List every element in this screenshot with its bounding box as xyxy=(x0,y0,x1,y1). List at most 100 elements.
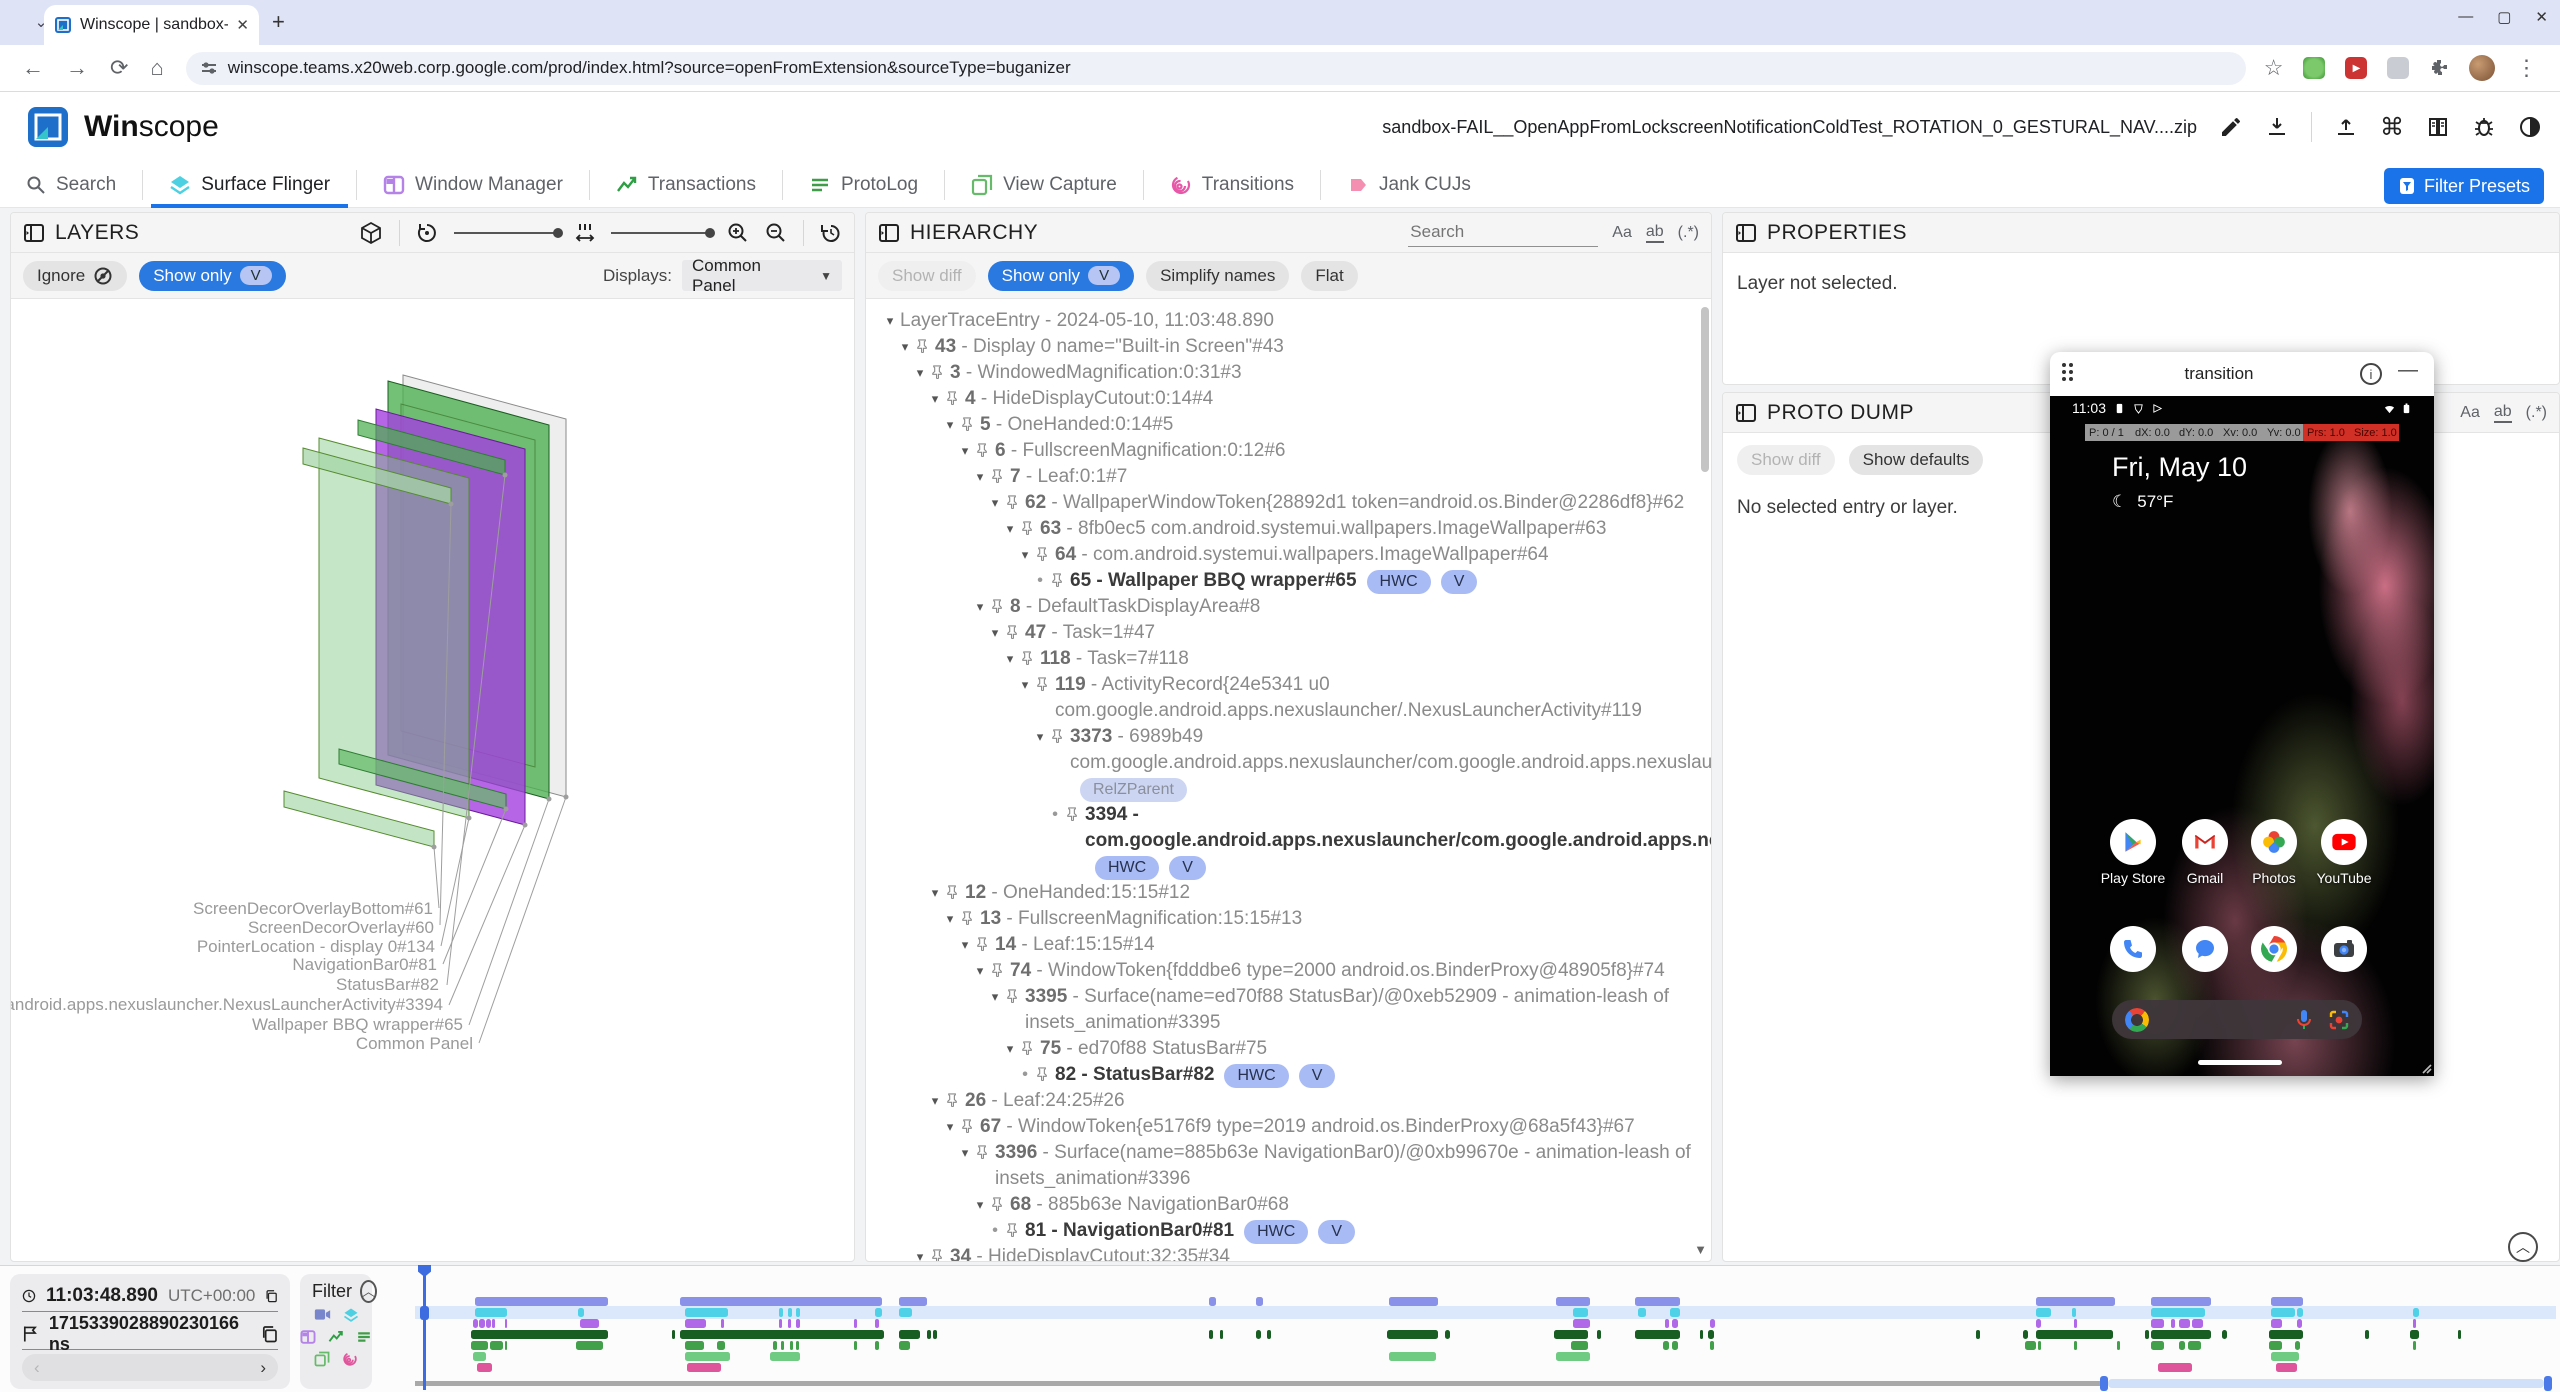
pin-icon[interactable] xyxy=(975,932,995,951)
home-icon[interactable]: ⌂ xyxy=(150,55,163,81)
transactions-segment[interactable] xyxy=(899,1330,920,1339)
filter-presets-button[interactable]: Filter Presets xyxy=(2384,168,2544,204)
pin-icon[interactable] xyxy=(1005,1218,1025,1237)
tree-node[interactable]: ▾26 - Leaf:24:25#26 xyxy=(868,1088,1711,1114)
pin-icon[interactable] xyxy=(975,1140,995,1159)
surface-flinger-segment[interactable] xyxy=(2072,1308,2076,1317)
expand-arrow-icon[interactable]: ▾ xyxy=(940,906,960,932)
edit-trace-icon[interactable] xyxy=(2219,115,2243,139)
expand-arrow-icon[interactable]: ▾ xyxy=(1000,1036,1020,1062)
zoom-in-icon[interactable] xyxy=(727,222,749,244)
view-capture-segment[interactable] xyxy=(473,1352,486,1361)
show-diff-button[interactable]: Show diff xyxy=(1737,445,1835,475)
expand-arrow-icon[interactable]: ▾ xyxy=(955,438,975,464)
reload-icon[interactable]: ⟳ xyxy=(110,55,128,81)
collapse-panel-icon[interactable] xyxy=(1735,402,1757,424)
transactions-segment[interactable] xyxy=(1267,1330,1271,1339)
screen-recording-segment[interactable] xyxy=(1209,1297,1215,1306)
timeline-tracks-canvas[interactable] xyxy=(415,1266,2556,1376)
collapse-panel-icon[interactable] xyxy=(23,222,45,244)
window-manager-segment[interactable] xyxy=(685,1319,706,1328)
transactions-segment[interactable] xyxy=(1445,1330,1450,1339)
view-capture-segment[interactable] xyxy=(2271,1352,2299,1361)
timeline-range-selected[interactable] xyxy=(2108,1379,2544,1388)
ignore-button[interactable]: Ignore xyxy=(23,261,127,291)
window-manager-segment[interactable] xyxy=(479,1319,484,1328)
pin-icon[interactable] xyxy=(960,906,980,925)
transactions-segment[interactable] xyxy=(1597,1330,1601,1339)
expand-arrow-icon[interactable]: ▾ xyxy=(985,984,1005,1010)
view-capture-segment[interactable] xyxy=(770,1352,800,1361)
zoom-out-icon[interactable] xyxy=(765,222,787,244)
transactions-segment[interactable] xyxy=(1209,1330,1212,1339)
regex-icon[interactable]: (.*) xyxy=(1678,224,1699,242)
pin-icon[interactable] xyxy=(945,386,965,405)
transitions-segment[interactable] xyxy=(687,1363,721,1372)
tree-node[interactable]: ▾14 - Leaf:15:15#14 xyxy=(868,932,1711,958)
close-icon[interactable]: ✕ xyxy=(2535,8,2548,26)
spacing-slider[interactable] xyxy=(611,232,711,234)
tree-node[interactable]: ▾8 - DefaultTaskDisplayArea#8 xyxy=(868,594,1711,620)
pin-icon[interactable] xyxy=(930,1244,950,1261)
site-controls-icon[interactable] xyxy=(200,59,218,77)
tree-node[interactable]: ▾64 - com.android.systemui.wallpapers.Im… xyxy=(868,542,1711,568)
url-text[interactable]: winscope.teams.x20web.corp.google.com/pr… xyxy=(228,58,1071,78)
expand-arrow-icon[interactable]: ▾ xyxy=(970,958,990,984)
browser-tab[interactable]: Winscope | sandbox-FAI ✕ xyxy=(44,5,259,45)
expand-arrow-icon[interactable]: ▾ xyxy=(970,1192,990,1218)
tree-node[interactable]: ▾67 - WindowToken{e5176f9 type=2019 andr… xyxy=(868,1114,1711,1140)
window-manager-segment[interactable] xyxy=(1672,1319,1678,1328)
tree-node[interactable]: ▾75 - ed70f88 StatusBar#75 xyxy=(868,1036,1711,1062)
match-word-icon[interactable]: ab xyxy=(1646,223,1664,243)
pin-icon[interactable] xyxy=(990,594,1010,613)
window-manager-segment[interactable] xyxy=(854,1319,857,1328)
expand-arrow-icon[interactable]: ▾ xyxy=(955,1140,975,1166)
window-manager-segment[interactable] xyxy=(505,1319,508,1328)
protolog-segment[interactable] xyxy=(796,1341,799,1350)
layer-spacing-icon[interactable] xyxy=(575,222,595,244)
extension-icon-red[interactable]: ▶ xyxy=(2353,63,2361,74)
screen-recording-segment[interactable] xyxy=(2151,1297,2211,1306)
tree-node[interactable]: ▾5 - OneHanded:0:14#5 xyxy=(868,412,1711,438)
protolog-segment[interactable] xyxy=(899,1341,910,1350)
tree-node[interactable]: ▾62 - WallpaperWindowToken{28892d1 token… xyxy=(868,490,1711,516)
pin-icon[interactable] xyxy=(1005,984,1025,1003)
protolog-segment[interactable] xyxy=(2074,1341,2077,1350)
expand-arrow-icon[interactable]: ▾ xyxy=(970,464,990,490)
app-icon-photos[interactable] xyxy=(2251,819,2297,865)
protolog-segment[interactable] xyxy=(1571,1341,1588,1350)
tree-node[interactable]: ▾47 - Task=1#47 xyxy=(868,620,1711,646)
app-icon-play-store[interactable] xyxy=(2110,819,2156,865)
timeline-current-time[interactable]: 11:03:48.890 xyxy=(46,1285,158,1307)
dark-mode-icon[interactable] xyxy=(2518,115,2542,139)
tree-node[interactable]: •3394 - com.google.android.apps.nexuslau… xyxy=(868,802,1711,880)
window-manager-segment[interactable] xyxy=(2074,1319,2077,1328)
download-icon[interactable] xyxy=(2265,115,2289,139)
pin-icon[interactable] xyxy=(960,412,980,431)
hierarchy-search-input[interactable] xyxy=(1408,218,1598,247)
window-manager-segment[interactable] xyxy=(788,1319,791,1328)
transactions-segment[interactable] xyxy=(2145,1330,2149,1339)
pin-icon[interactable] xyxy=(1005,620,1025,639)
lens-icon[interactable] xyxy=(2329,1010,2349,1030)
screen-recording-segment[interactable] xyxy=(2271,1297,2303,1306)
timeline-cursor[interactable] xyxy=(423,1266,426,1390)
surface-flinger-segment[interactable] xyxy=(796,1308,800,1317)
protolog-segment[interactable] xyxy=(2269,1341,2282,1350)
window-manager-trace-icon[interactable] xyxy=(300,1329,316,1345)
view-capture-segment[interactable] xyxy=(1389,1352,1436,1361)
expand-arrow-icon[interactable]: ▾ xyxy=(940,1114,960,1140)
protolog-segment[interactable] xyxy=(2038,1341,2041,1350)
surface-flinger-segment[interactable] xyxy=(685,1308,728,1317)
transactions-segment[interactable] xyxy=(680,1330,883,1339)
simplify-names-button[interactable]: Simplify names xyxy=(1146,261,1289,291)
tree-node[interactable]: ▾3395 - Surface(name=ed70f88 StatusBar)/… xyxy=(868,984,1711,1036)
expand-arrow-icon[interactable]: ▾ xyxy=(970,594,990,620)
surface-flinger-trace-icon[interactable] xyxy=(343,1307,359,1323)
surface-flinger-segment[interactable] xyxy=(1573,1308,1588,1317)
expand-arrow-icon[interactable]: ▾ xyxy=(955,932,975,958)
app-icon-youtube[interactable] xyxy=(2321,819,2367,865)
window-manager-segment[interactable] xyxy=(2036,1319,2041,1328)
expand-arrow-icon[interactable]: ▾ xyxy=(940,412,960,438)
transactions-segment[interactable] xyxy=(2410,1330,2419,1339)
